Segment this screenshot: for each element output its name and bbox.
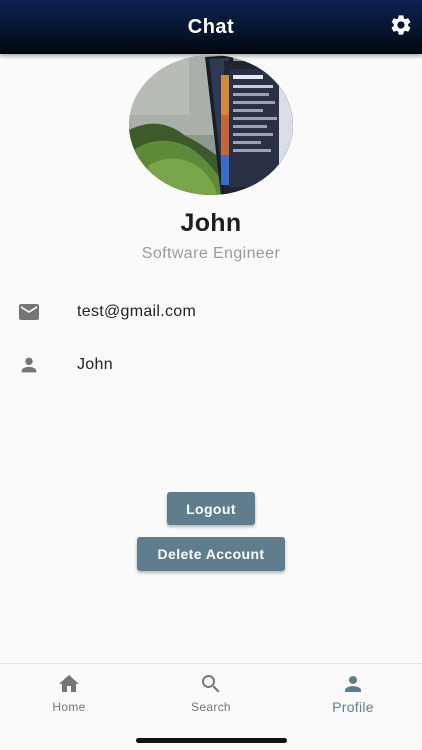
app-bar-title: Chat [187, 15, 235, 38]
home-icon [57, 672, 81, 696]
nav-home-label: Home [52, 700, 86, 714]
settings-button[interactable] [388, 14, 414, 40]
person-icon [17, 353, 41, 377]
username-row: John [0, 350, 422, 380]
profile-name: John [180, 209, 242, 237]
nav-profile-label: Profile [332, 699, 374, 715]
delete-account-button[interactable]: Delete Account [137, 537, 285, 571]
app-bar: Chat [0, 0, 422, 54]
username-value: John [77, 356, 113, 373]
person-icon [341, 672, 365, 696]
home-indicator[interactable] [136, 738, 287, 743]
search-icon [199, 672, 223, 696]
email-row: test@gmail.com [0, 297, 422, 327]
email-value: test@gmail.com [77, 303, 197, 320]
mail-icon [17, 300, 41, 324]
nav-search[interactable]: Search [151, 672, 271, 722]
nav-search-label: Search [191, 700, 231, 714]
nav-home[interactable]: Home [9, 672, 129, 722]
nav-profile[interactable]: Profile [293, 672, 413, 722]
profile-job-title: Software Engineer [141, 245, 281, 262]
logout-button[interactable]: Logout [167, 492, 255, 525]
avatar[interactable] [129, 55, 293, 195]
bottom-navigation: Home Search Profile [0, 663, 422, 750]
profile-screen: Chat John Software Engineer test@gmail.c… [0, 0, 422, 750]
gear-icon [389, 13, 413, 42]
